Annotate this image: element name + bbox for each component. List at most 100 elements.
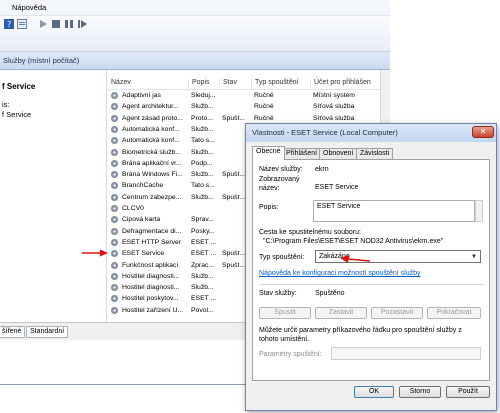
params-label: Parametry spuštění: (259, 351, 322, 358)
cell-name: ESET HTTP Server (122, 238, 182, 246)
restart-icon[interactable] (77, 19, 87, 29)
stop-button[interactable]: Zastavit (315, 307, 367, 319)
service-gear-icon (111, 306, 118, 314)
column-startup-type[interactable]: Typ spouštění (251, 79, 299, 89)
start-button[interactable]: Spustit (259, 307, 311, 319)
resume-button[interactable]: Pokračovat (427, 307, 481, 319)
params-input[interactable] (331, 347, 481, 360)
stop-icon[interactable] (51, 19, 61, 29)
dialog-title: Vlastnosti - ESET Service (Local Compute… (252, 128, 398, 137)
service-name-label: Název služby: (259, 166, 303, 173)
service-gear-icon (111, 92, 118, 99)
cell-logon: Místní systém (313, 92, 355, 99)
cell-name: Hostitel diagnosti... (122, 272, 180, 280)
cell-desc: Podp... (191, 159, 213, 167)
cell-name: Centrum zabezpe... (122, 193, 182, 201)
cell-state: Spušt... (222, 114, 246, 122)
display-name-label-2: název: (259, 185, 280, 192)
properties-icon[interactable] (17, 19, 27, 29)
cell-name: Čipová karta (122, 216, 161, 224)
startup-help-link[interactable]: Nápověda ke konfiguraci možností spouště… (259, 270, 420, 277)
description-label: Popis: (259, 204, 279, 211)
ok-button[interactable]: OK (354, 386, 394, 398)
svg-text:?: ? (7, 20, 11, 29)
close-button[interactable]: ✕ (472, 126, 494, 138)
general-panel: Název služby: ekrn Zobrazovaný název: ES… (252, 159, 490, 381)
dialog-titlebar[interactable]: Vlastnosti - ESET Service (Local Compute… (246, 124, 496, 142)
chevron-down-icon: ▼ (471, 254, 477, 260)
display-name-label-1: Zobrazovaný (259, 176, 300, 183)
service-gear-icon (111, 216, 118, 224)
cell-desc: Sprav... (191, 216, 214, 224)
cancel-button[interactable]: Storno (399, 386, 441, 398)
pause-icon[interactable] (64, 19, 74, 29)
menu-help[interactable]: Nápověda (12, 3, 46, 12)
cell-desc: Proto... (191, 114, 213, 122)
service-gear-icon (111, 261, 118, 269)
start-icon[interactable] (38, 19, 48, 29)
cell-desc: Povol... (191, 306, 214, 314)
properties-dialog: Vlastnosti - ESET Service (Local Compute… (245, 123, 497, 411)
cell-name: Hostitel diagnosti... (122, 284, 180, 292)
table-row[interactable]: Agent architektur... Služb... Ručně Síťová … (108, 102, 380, 113)
service-gear-icon (111, 205, 118, 212)
cell-desc: Posky... (191, 227, 215, 235)
cell-desc: Služb... (191, 284, 214, 292)
service-gear-icon (111, 238, 118, 246)
cell-desc: Tato s... (191, 182, 215, 190)
tab-general[interactable]: Obecné (252, 146, 285, 160)
list-header: Název Popis Stav Typ spouštění Účet pro … (108, 76, 380, 90)
service-gear-icon (111, 148, 118, 156)
cell-startup: Ručně (254, 92, 274, 99)
cell-desc: Tato s... (191, 137, 215, 145)
cell-name: Brána aplikační vr... (122, 159, 182, 167)
cell-desc: ESET ... (191, 238, 217, 246)
help-icon[interactable]: ? (4, 19, 14, 29)
pause-button[interactable]: Pozastavit (371, 307, 423, 319)
cell-desc: Sleduj... (191, 92, 216, 99)
cell-name: BranchCache (122, 182, 164, 190)
table-row[interactable]: Adaptivní jas Sleduj... Ručně Místní systém (108, 91, 380, 102)
cell-desc: Služb... (191, 103, 214, 111)
cell-desc: Služb... (191, 272, 214, 280)
services-header: Služby (místní počítač) (0, 52, 390, 70)
params-info: Můžete určit parametry příkazového řádku… (259, 327, 462, 343)
service-gear-icon (111, 250, 118, 258)
display-name-value[interactable]: ESET Service (315, 184, 358, 191)
cell-name: Hostitel poskytov... (122, 295, 179, 303)
service-gear-icon (111, 193, 118, 201)
apply-button[interactable]: Použít (446, 386, 490, 398)
cell-desc: Služb... (191, 171, 214, 179)
cell-desc: Služb... (191, 125, 214, 133)
service-gear-icon (111, 159, 118, 167)
description-scrollbar[interactable] (475, 200, 483, 222)
toolbar: ? (0, 16, 390, 52)
cell-name: CLCV0 (122, 205, 144, 212)
description-label: is: (2, 100, 10, 109)
service-gear-icon (111, 125, 118, 133)
cell-name: ESET Service (122, 250, 165, 258)
service-gear-icon (111, 295, 118, 303)
service-gear-icon (111, 137, 118, 145)
service-gear-icon (111, 114, 118, 122)
column-name[interactable]: Název (108, 79, 131, 89)
cell-logon: Síťová služba (313, 114, 355, 122)
description-field[interactable]: ESET Service (313, 200, 475, 222)
service-gear-icon (111, 284, 118, 292)
column-state[interactable]: Stav (219, 79, 237, 89)
cell-logon: Síťová služba (313, 103, 355, 111)
tab-standard[interactable]: Standardní (26, 326, 69, 338)
separator (259, 284, 485, 285)
cell-name: Adaptivní jas (122, 92, 161, 99)
tab-extended[interactable]: šířené (0, 326, 26, 338)
cell-desc: ESET ... (191, 295, 217, 303)
cell-name: Brána Windows Fi... (122, 171, 183, 179)
cell-name: Funkčnost aplikací (122, 261, 179, 269)
cell-desc: Služb... (191, 148, 214, 156)
description-pane: f Service is: f Service (0, 70, 107, 332)
service-gear-icon (111, 103, 118, 111)
column-description[interactable]: Popis (188, 79, 210, 89)
red-arrow-icon (82, 249, 108, 257)
service-gear-icon (111, 182, 118, 190)
column-logon[interactable]: Účet pro přihlášen (310, 79, 371, 89)
